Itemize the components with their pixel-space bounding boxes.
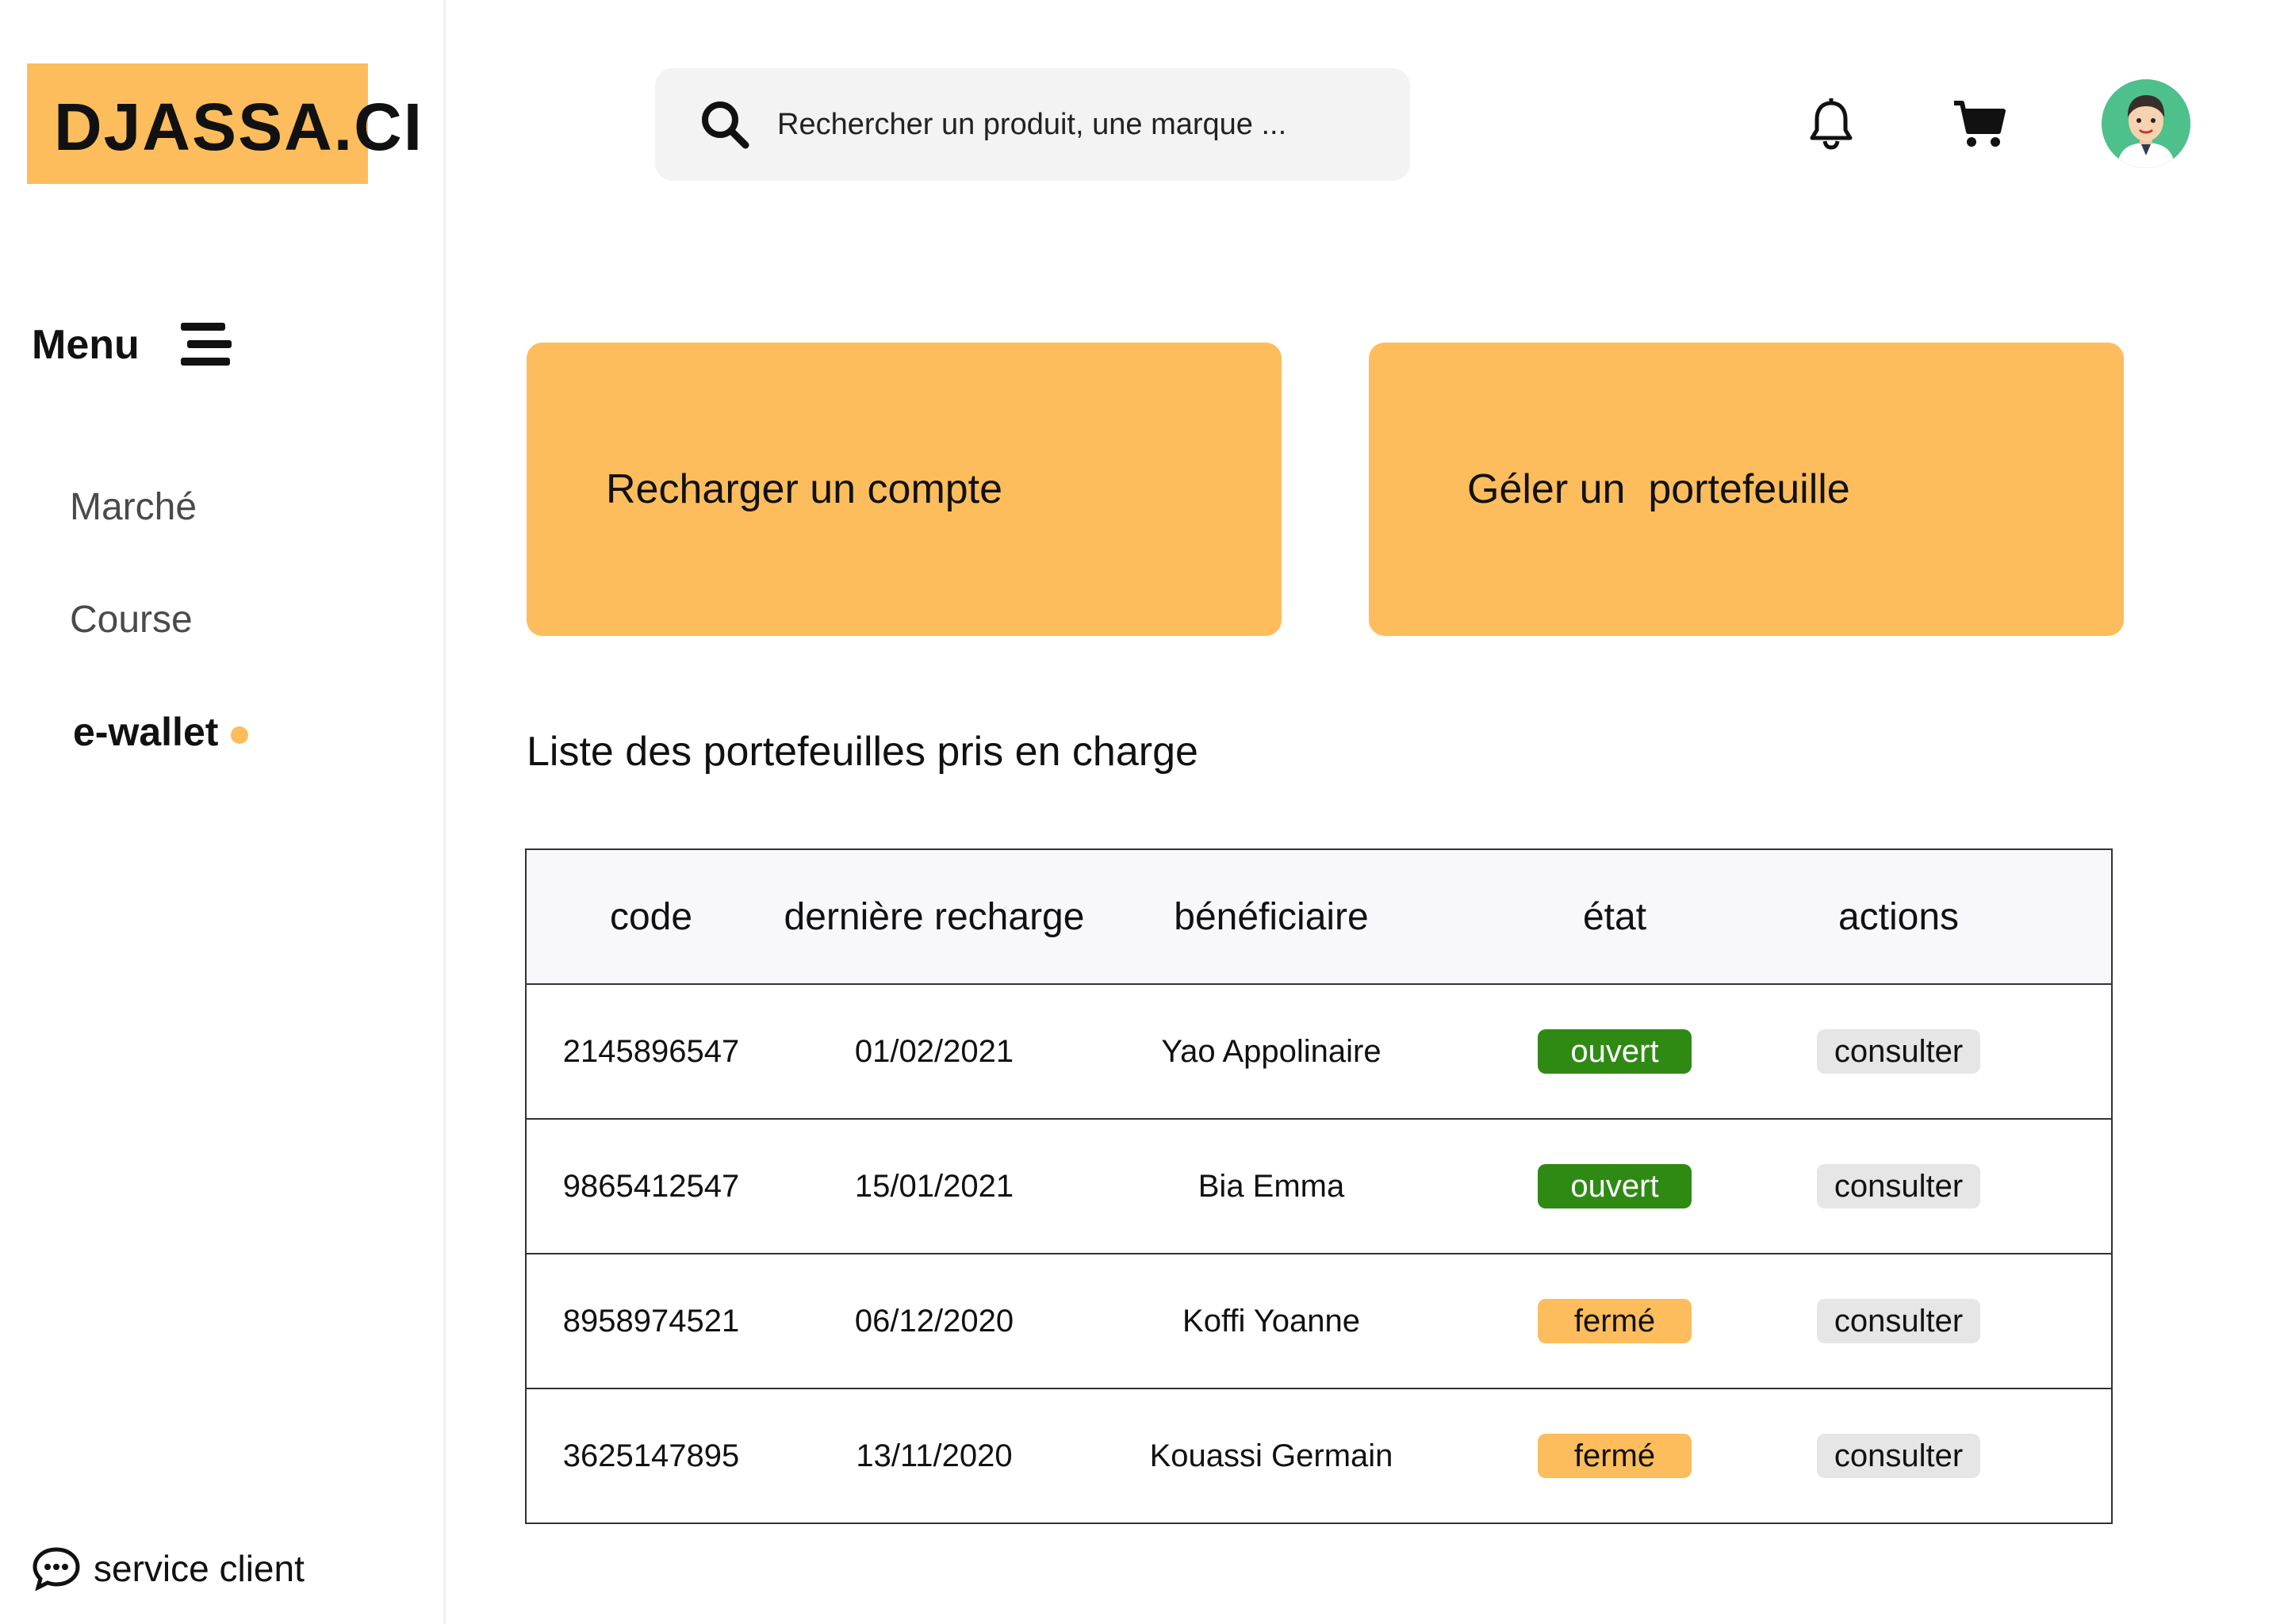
column-header-beneficiary: bénéficiaire	[1174, 895, 1369, 938]
avatar[interactable]	[2102, 79, 2190, 168]
state-cell: fermé	[1450, 1434, 1780, 1478]
last-recharge-date: 01/02/2021	[854, 1033, 1014, 1069]
status-badge: fermé	[1538, 1434, 1692, 1478]
wallet-code: 9865412547	[562, 1168, 740, 1204]
wallets-table: code dernière recharge bénéficiaire état…	[525, 848, 2113, 1524]
sidebar-item-marche[interactable]: Marché	[70, 485, 197, 529]
bell-icon[interactable]	[1808, 98, 1854, 151]
column-header-last-recharge: dernière recharge	[784, 895, 1085, 938]
table-row: 2145896547 01/02/2021 Yao Appolinaire ou…	[527, 985, 2111, 1120]
table-row: 3625147895 13/11/2020 Kouassi Germain fe…	[527, 1389, 2111, 1522]
cart-icon[interactable]	[1953, 100, 2006, 149]
beneficiary-name: Bia Emma	[1198, 1168, 1345, 1204]
active-indicator-dot	[231, 726, 249, 744]
consult-button[interactable]: consulter	[1816, 1299, 1981, 1343]
wallet-code: 2145896547	[562, 1033, 740, 1069]
last-recharge-date: 06/12/2020	[854, 1303, 1014, 1339]
state-cell: ouvert	[1450, 1029, 1780, 1074]
table-header: code dernière recharge bénéficiaire état…	[527, 850, 2111, 985]
beneficiary-name: Koffi Yoanne	[1182, 1303, 1360, 1339]
actions-cell: consulter	[1780, 1029, 2018, 1074]
menu-toggle[interactable]: Menu	[32, 321, 232, 369]
consult-button[interactable]: consulter	[1816, 1164, 1981, 1208]
wallet-code: 3625147895	[562, 1438, 740, 1473]
actions-cell: consulter	[1780, 1434, 2018, 1478]
actions-cell: consulter	[1780, 1164, 2018, 1208]
hamburger-icon[interactable]	[180, 323, 232, 367]
actions-cell: consulter	[1780, 1299, 2018, 1343]
freeze-wallet-button[interactable]: Géler un portefeuille	[1369, 343, 2124, 636]
recharge-account-button[interactable]: Recharger un compte	[527, 343, 1282, 636]
state-cell: ouvert	[1450, 1164, 1780, 1208]
chat-bubble-icon	[33, 1547, 80, 1591]
user-avatar-icon	[2102, 79, 2190, 168]
sidebar-item-course[interactable]: Course	[70, 598, 193, 642]
column-header-actions: actions	[1838, 895, 1960, 938]
sidebar-item-e-wallet[interactable]: e-wallet	[73, 709, 249, 755]
table-row: 8958974521 06/12/2020 Koffi Yoanne fermé…	[527, 1254, 2111, 1389]
beneficiary-name: Kouassi Germain	[1149, 1438, 1393, 1473]
consult-button[interactable]: consulter	[1816, 1434, 1981, 1478]
search-input[interactable]	[776, 106, 1382, 143]
column-header-state: état	[1582, 895, 1647, 938]
search-bar[interactable]	[655, 68, 1410, 181]
logo-text: DJASSA.CI	[54, 90, 424, 164]
sidebar-item-label: e-wallet	[73, 710, 219, 754]
state-cell: fermé	[1450, 1299, 1780, 1343]
sidebar: DJASSA.CI Menu Marché Course e-wallet se…	[0, 0, 446, 1624]
status-badge: fermé	[1538, 1299, 1692, 1343]
column-header-code: code	[609, 895, 693, 938]
freeze-wallet-label: Géler un portefeuille	[1467, 466, 1850, 512]
last-recharge-date: 13/11/2020	[856, 1438, 1013, 1473]
last-recharge-date: 15/01/2021	[854, 1168, 1014, 1204]
status-badge: ouvert	[1538, 1164, 1692, 1208]
service-client-link[interactable]: service client	[32, 1546, 305, 1591]
wallet-code: 8958974521	[562, 1303, 740, 1339]
search-icon[interactable]	[699, 99, 750, 150]
logo[interactable]: DJASSA.CI	[27, 63, 423, 184]
menu-label: Menu	[32, 322, 140, 368]
table-row: 9865412547 15/01/2021 Bia Emma ouvert co…	[527, 1120, 2111, 1254]
status-badge: ouvert	[1538, 1029, 1692, 1074]
service-client-label: service client	[94, 1548, 305, 1589]
beneficiary-name: Yao Appolinaire	[1161, 1033, 1382, 1069]
section-title: Liste des portefeuilles pris en charge	[527, 729, 1198, 775]
recharge-account-label: Recharger un compte	[606, 466, 1003, 512]
consult-button[interactable]: consulter	[1816, 1029, 1981, 1074]
